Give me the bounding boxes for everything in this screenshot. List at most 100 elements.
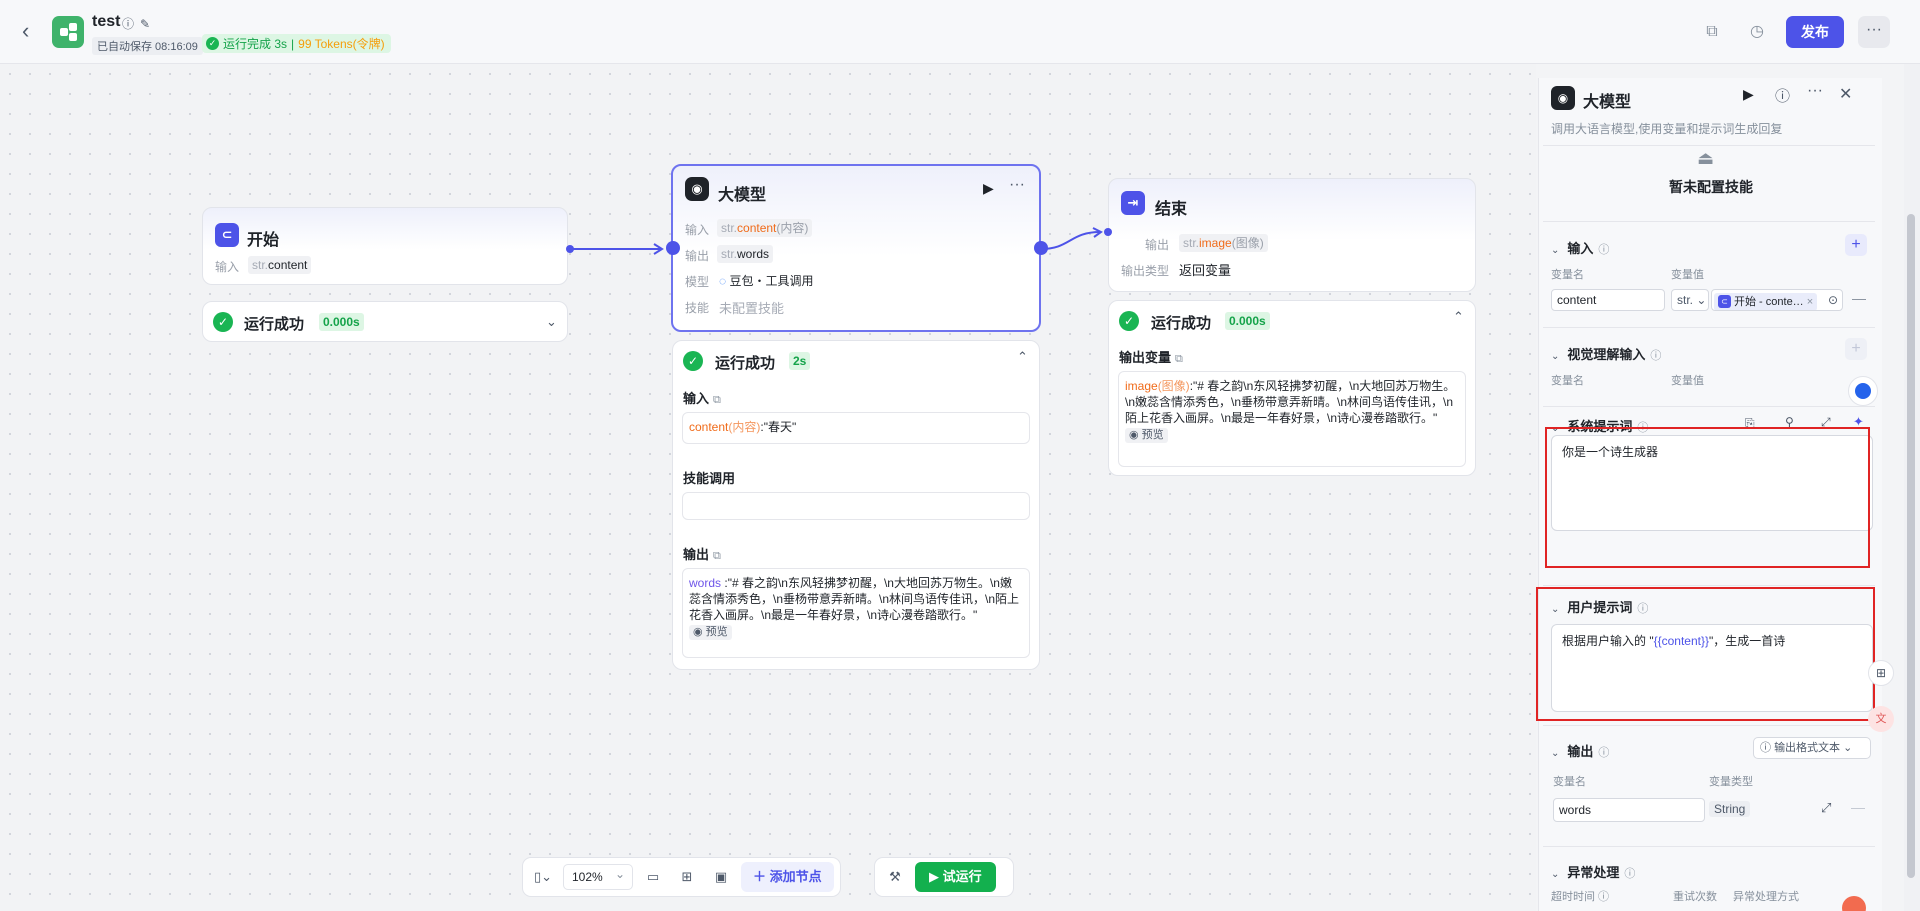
help-icon[interactable]: ⓘ bbox=[1775, 85, 1790, 106]
minimap-icon[interactable]: ▣ bbox=[707, 863, 735, 891]
time-badge: 2s bbox=[789, 352, 811, 370]
alias: (内容) bbox=[728, 420, 761, 434]
output-section-header[interactable]: ⌄ 输出 ⓘ bbox=[1551, 741, 1609, 760]
check-icon: ✓ bbox=[1119, 311, 1139, 331]
error-section-header[interactable]: ⌄ 异常处理 ⓘ bbox=[1551, 862, 1635, 881]
separator: | bbox=[291, 36, 295, 51]
check-icon: ✓ bbox=[683, 351, 703, 371]
end-input-port[interactable] bbox=[1104, 228, 1112, 236]
timeout-label: 超时时间 ⓘ bbox=[1551, 891, 1610, 903]
input-section-header[interactable]: ⌄ 输入 ⓘ bbox=[1551, 238, 1609, 257]
llm-status-card[interactable]: ✓ 运行成功 2s ⌃ 输入 ⧉ content(内容):"春天" 技能调用 输出… bbox=[672, 340, 1040, 670]
zoom-select[interactable]: 102% bbox=[563, 862, 633, 890]
play-icon[interactable]: ▶ bbox=[983, 180, 994, 197]
more-menu-button[interactable]: ··· bbox=[1858, 16, 1890, 48]
add-input-button[interactable]: + bbox=[1845, 234, 1867, 256]
divider bbox=[1543, 725, 1875, 726]
preview-button[interactable]: ◉ 预览 bbox=[1125, 428, 1168, 443]
llm-skill-label: 技能 bbox=[685, 301, 710, 315]
expand-icon[interactable]: ⤢ bbox=[1821, 800, 1831, 816]
time-badge: 0.000s bbox=[319, 313, 364, 331]
info-edit-icons[interactable]: ⓘ✎ bbox=[122, 15, 156, 32]
history-icon[interactable]: ◷ bbox=[1745, 20, 1769, 44]
translate-icon[interactable]: 文 bbox=[1868, 706, 1894, 732]
error-mode-label: 异常处理方式 bbox=[1733, 891, 1799, 903]
chevron-up-icon[interactable]: ⌃ bbox=[1453, 309, 1464, 325]
highlight-box-system-prompt bbox=[1545, 427, 1870, 568]
input-var-type-select[interactable]: str. ⌄ bbox=[1671, 289, 1709, 311]
label-text: 超时时间 bbox=[1551, 891, 1595, 903]
remove-icon[interactable]: × bbox=[1807, 293, 1813, 311]
info-icon: ⓘ bbox=[1650, 350, 1662, 362]
start-input-var: str.content bbox=[248, 256, 312, 274]
copy-icon[interactable]: ⧉ bbox=[1700, 20, 1724, 44]
doubao-icon: ◌ bbox=[719, 274, 727, 288]
input-value-box: content(内容):"春天" bbox=[682, 412, 1030, 444]
llm-node[interactable]: ◉ 大模型 ▶ ··· 输入 str.content(内容) 输出 str.wo… bbox=[671, 164, 1041, 332]
scrollbar-thumb[interactable] bbox=[1907, 214, 1915, 878]
layout-icon[interactable]: ⊞ bbox=[673, 863, 701, 891]
output-var-name-field[interactable]: words bbox=[1553, 798, 1705, 822]
llm-output-port[interactable] bbox=[1034, 241, 1048, 255]
vision-var-value-header: 变量值 bbox=[1671, 375, 1704, 387]
start-output-port[interactable] bbox=[566, 245, 574, 253]
remove-row-icon[interactable]: — bbox=[1852, 290, 1866, 306]
add-node-button[interactable]: ＋ 添加节点 bbox=[741, 862, 834, 892]
input-var-name-field[interactable]: content bbox=[1551, 289, 1665, 311]
end-output-label: 输出 bbox=[1145, 238, 1170, 252]
var-type: str. bbox=[721, 221, 738, 235]
workflow-canvas[interactable]: ⊂ 开始 输入 str.content ✓ 运行成功 0.000s ⌄ ◉ 大模… bbox=[0, 64, 1536, 911]
publish-button[interactable]: 发布 bbox=[1786, 16, 1844, 48]
ref-chip: ⊂ 开始 - conte… × bbox=[1714, 292, 1818, 311]
status-text: 运行成功 bbox=[1151, 315, 1212, 332]
copy-icon[interactable]: ⧉ bbox=[1175, 353, 1183, 365]
var-alias: (内容) bbox=[776, 221, 809, 235]
app-title: test bbox=[92, 13, 121, 30]
vision-section-header[interactable]: ⌄ 视觉理解输入 ⓘ bbox=[1551, 344, 1661, 363]
llm-icon: ◉ bbox=[685, 177, 709, 201]
back-arrow-icon[interactable]: ‹ bbox=[22, 20, 40, 44]
add-vision-button[interactable]: + bbox=[1845, 338, 1867, 360]
type-label: str. bbox=[1677, 293, 1694, 307]
chevron-down-icon[interactable]: ⌄ bbox=[546, 314, 557, 330]
var-alias: (图像) bbox=[1231, 236, 1264, 250]
edge-llm-end bbox=[1040, 231, 1101, 250]
output-var-type-header: 变量类型 bbox=[1709, 776, 1753, 788]
info-icon: ⓘ bbox=[1598, 747, 1610, 759]
llm-output-var: str.words bbox=[717, 245, 774, 263]
chevron-up-icon[interactable]: ⌃ bbox=[1017, 349, 1028, 365]
preview-button[interactable]: ◉ 预览 bbox=[689, 625, 732, 640]
copy-icon[interactable]: ⧉ bbox=[713, 550, 721, 562]
top-bar: ‹ test ⓘ✎ 已自动保存 08:16:09 ✓ 运行完成 3s | 99 … bbox=[0, 0, 1920, 64]
end-node[interactable]: ⇥ 结束 输出 str.image(图像) 输出类型 返回变量 bbox=[1108, 178, 1476, 292]
alias: (图像) bbox=[1157, 379, 1190, 393]
copy-icon[interactable]: ⧉ bbox=[713, 394, 721, 406]
more-icon[interactable]: ··· bbox=[1807, 82, 1823, 100]
play-icon[interactable]: ▶ bbox=[1743, 86, 1754, 103]
mouse-mode-icon[interactable]: ▯⌄ bbox=[529, 863, 557, 891]
llm-model-label: 模型 bbox=[685, 275, 710, 289]
remove-row-icon[interactable]: — bbox=[1851, 799, 1865, 815]
label-text: 输出变量 bbox=[1119, 350, 1172, 365]
comment-icon[interactable]: ▭ bbox=[639, 863, 667, 891]
var-type: str. bbox=[721, 247, 738, 261]
grid-tool-icon[interactable]: ⊞ bbox=[1868, 660, 1894, 686]
start-status-card[interactable]: ✓ 运行成功 0.000s ⌄ bbox=[202, 301, 568, 342]
chat-assistant-button[interactable] bbox=[1848, 376, 1878, 406]
end-output-kind-label: 输出类型 bbox=[1121, 264, 1170, 278]
start-node[interactable]: ⊂ 开始 输入 str.content bbox=[202, 207, 568, 285]
close-icon[interactable]: ✕ bbox=[1839, 84, 1852, 104]
target-icon[interactable]: ⊙ bbox=[1828, 290, 1838, 310]
output-format-select[interactable]: ⓘ 输出格式文本 ⌄ bbox=[1753, 737, 1871, 759]
output-value-box: words :"# 春之韵\n东风轻拂梦初醒，\n大地回苏万物生。\n嫩蕊含情添… bbox=[682, 568, 1030, 658]
llm-input-port[interactable] bbox=[666, 241, 680, 255]
end-status-card[interactable]: ✓ 运行成功 0.000s ⌃ 输出变量 ⧉ image(图像):"# 春之韵\n… bbox=[1108, 300, 1476, 476]
time-badge: 0.000s bbox=[1225, 312, 1270, 330]
label-text: 输出 bbox=[683, 547, 710, 562]
input-var-ref-field[interactable]: ⊂ 开始 - conte… × ⊙ bbox=[1711, 289, 1843, 311]
autosave-status: 已自动保存 08:16:09 bbox=[92, 37, 203, 55]
trial-run-button[interactable]: ▶ 试运行 bbox=[915, 862, 996, 892]
more-icon[interactable]: ··· bbox=[1009, 176, 1025, 194]
debug-icon[interactable]: ⚒ bbox=[881, 863, 909, 891]
var-type: str. bbox=[1183, 236, 1200, 250]
